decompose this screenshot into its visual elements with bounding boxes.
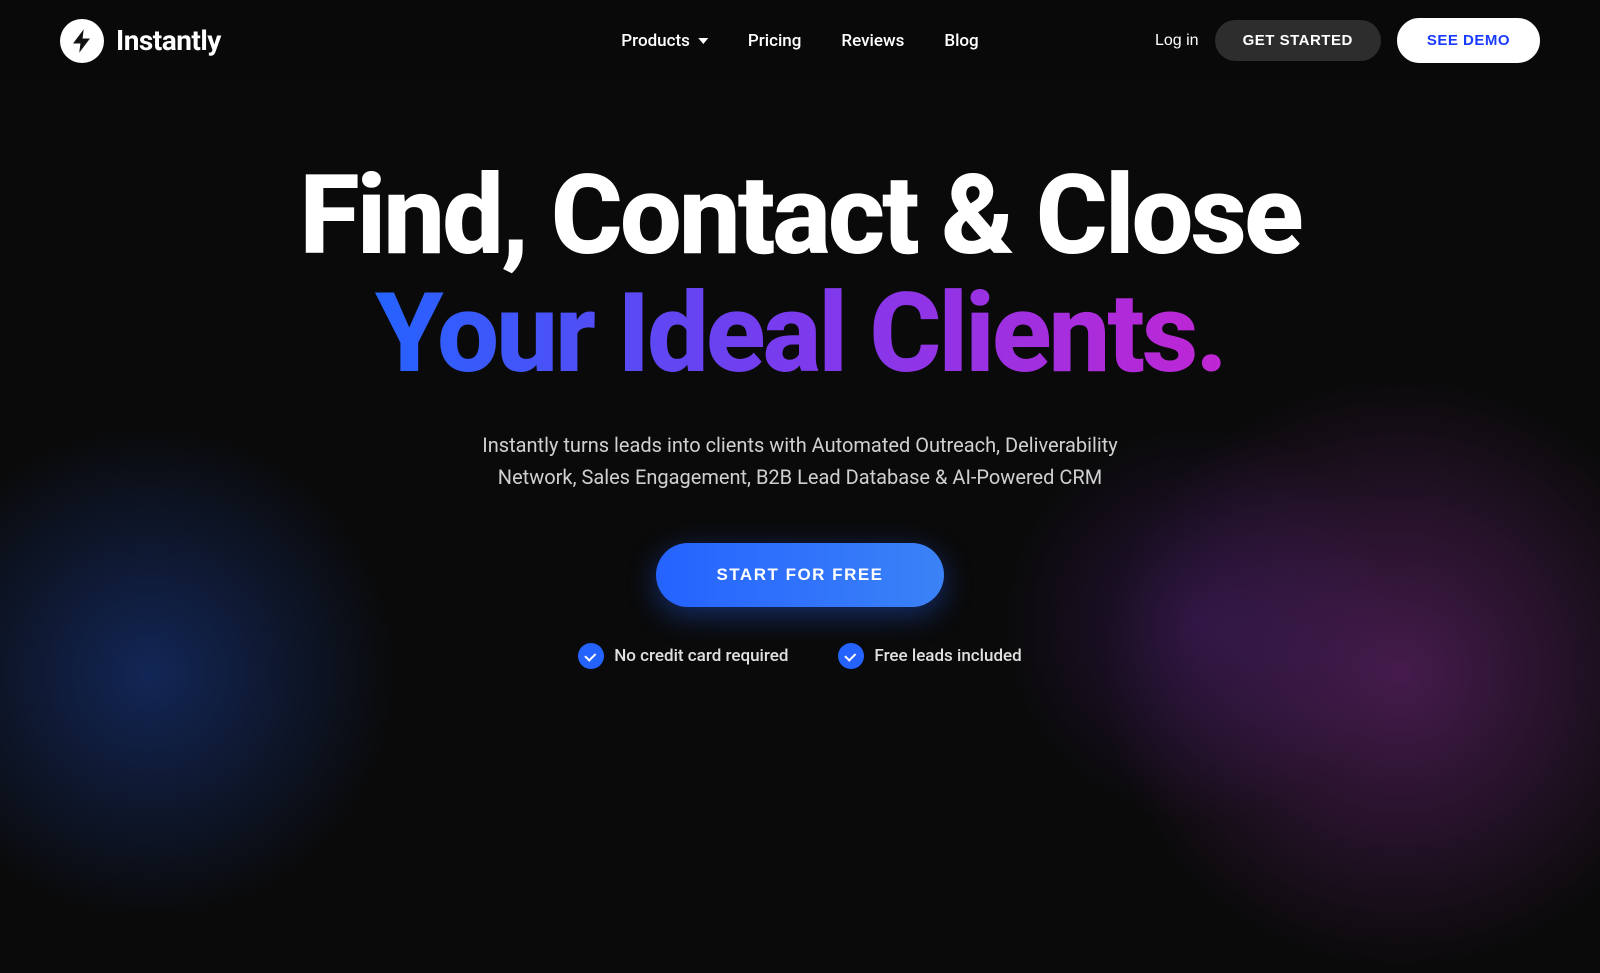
hero-title-line1: Find, Contact & Close: [299, 161, 1300, 271]
logo-icon: [60, 19, 104, 63]
hero-subtitle: Instantly turns leads into clients with …: [450, 429, 1150, 493]
badge-free-leads: Free leads included: [838, 643, 1021, 669]
nav-reviews[interactable]: Reviews: [841, 31, 904, 51]
badge-no-credit-card: No credit card required: [578, 643, 788, 669]
check-icon-2: [838, 643, 864, 669]
nav-products[interactable]: Products: [621, 31, 708, 51]
badge-no-credit-card-label: No credit card required: [614, 646, 788, 666]
badge-free-leads-label: Free leads included: [874, 646, 1021, 666]
nav-actions: Log in GET STARTED SEE DEMO: [1155, 18, 1540, 63]
hero-section: Find, Contact & Close Your Ideal Clients…: [0, 81, 1600, 729]
nav-links: Products Pricing Reviews Blog: [621, 31, 978, 51]
login-button[interactable]: Log in: [1155, 32, 1199, 50]
start-free-button[interactable]: START FOR FREE: [656, 543, 943, 607]
products-chevron-icon: [698, 38, 708, 44]
get-started-button[interactable]: GET STARTED: [1215, 20, 1381, 61]
hero-badges: No credit card required Free leads inclu…: [578, 643, 1022, 669]
logo[interactable]: Instantly: [60, 19, 221, 63]
hero-title-line2: Your Ideal Clients.: [375, 279, 1225, 389]
navbar: Instantly Products Pricing Reviews Blog …: [0, 0, 1600, 81]
logo-text: Instantly: [116, 24, 221, 57]
nav-blog[interactable]: Blog: [944, 31, 978, 51]
bolt-icon: [70, 29, 94, 53]
see-demo-button[interactable]: SEE DEMO: [1397, 18, 1540, 63]
nav-pricing[interactable]: Pricing: [748, 31, 802, 51]
check-icon-1: [578, 643, 604, 669]
